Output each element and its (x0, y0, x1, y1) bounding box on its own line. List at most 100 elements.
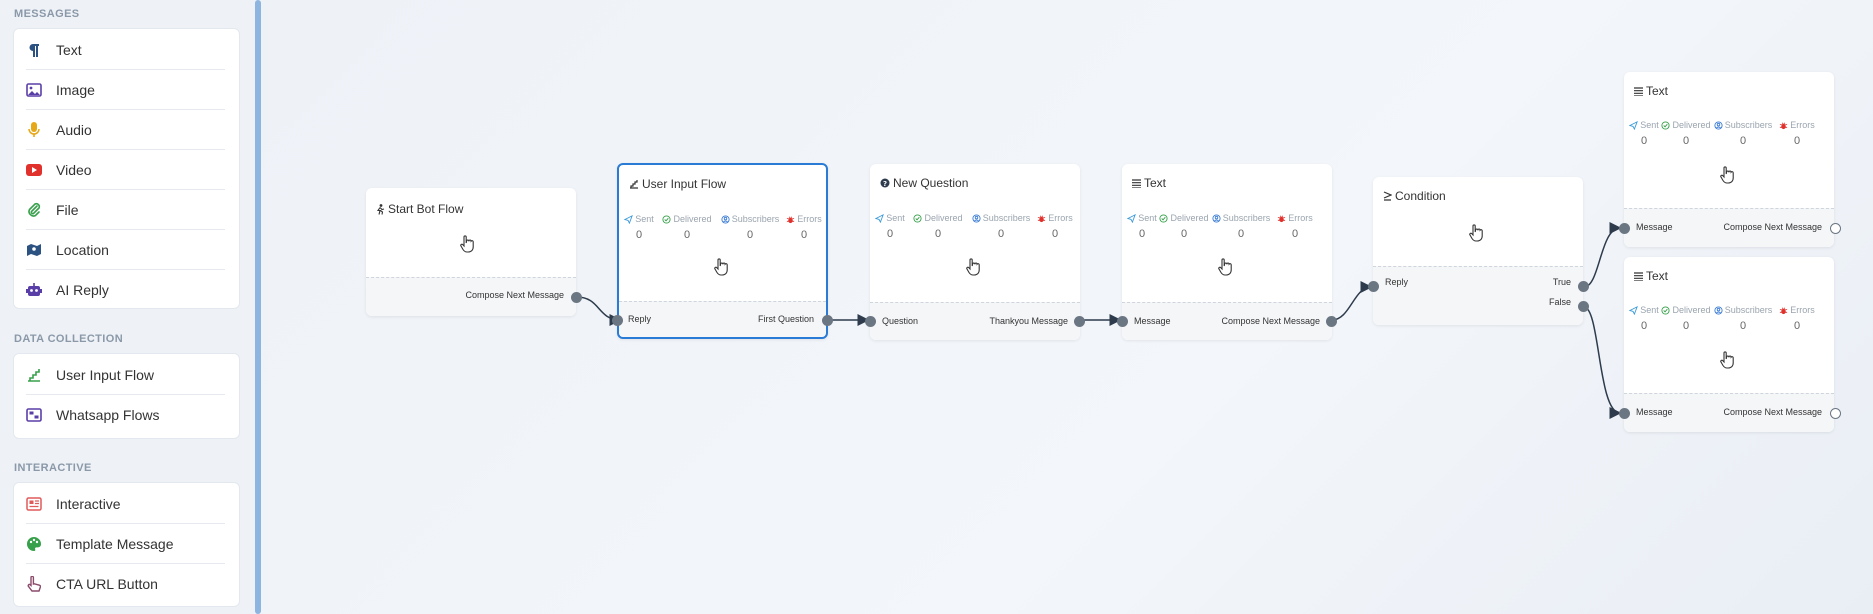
sidebar-item-ai-reply[interactable]: AI Reply (26, 270, 225, 309)
input-port[interactable] (1117, 316, 1128, 327)
flow-icon (26, 407, 42, 423)
node-footer: Message Compose Next Message (1624, 393, 1834, 432)
output-label: First Question (757, 314, 814, 324)
sidebar-item-template-message[interactable]: Template Message (26, 524, 225, 564)
output-port[interactable] (571, 292, 582, 303)
sidebar-item-label: Video (56, 161, 92, 178)
drag-hand-icon[interactable] (1218, 258, 1232, 281)
node-title: User Input Flow (629, 177, 726, 191)
node-user-input-flow[interactable]: User Input Flow Sent 0 Delivered 0 Subsc… (612, 163, 833, 339)
sidebar-item-user-input-flow[interactable]: User Input Flow (26, 355, 225, 395)
node-start-bot-flow[interactable]: Start Bot Flow Compose Next Message (366, 188, 582, 316)
input-port[interactable] (612, 315, 623, 326)
output-port[interactable] (1830, 408, 1841, 419)
drag-hand-icon[interactable] (1469, 224, 1483, 247)
drag-hand-icon[interactable] (1720, 166, 1734, 189)
node-title: Text (1132, 176, 1166, 190)
sidebar-item-interactive[interactable]: Interactive (26, 484, 225, 524)
bug-icon (1278, 215, 1286, 222)
sidebar-item-label: User Input Flow (56, 366, 155, 383)
stat-errors: Errors 0 (1774, 120, 1820, 147)
messages-group: Text Image Audio Video File Location AI … (13, 28, 240, 309)
sidebar-item-label: AI Reply (56, 281, 109, 298)
drag-hand-icon[interactable] (1720, 351, 1734, 374)
node-text[interactable]: Text Sent 0 Delivered 0 Subscribers 0 Er… (1117, 164, 1337, 340)
bug-icon (1780, 307, 1788, 314)
sidebar-item-audio[interactable]: Audio (26, 110, 225, 150)
stat-delivered: Delivered 0 (906, 213, 970, 240)
check-circle-icon (662, 214, 672, 224)
stat-errors: Errors 0 (1032, 213, 1078, 240)
drag-hand-icon[interactable] (966, 258, 980, 281)
palette-icon (26, 536, 42, 552)
user-circle-icon (1714, 305, 1723, 315)
node-new-question[interactable]: ? New Question Sent 0 Delivered 0 Subscr… (865, 164, 1085, 340)
stat-subscribers: Subscribers 0 (719, 214, 781, 241)
paperclip-icon (26, 202, 42, 218)
node-stats: Sent 0 Delivered 0 Subscribers 0 Errors … (874, 213, 1078, 240)
input-port[interactable] (1619, 408, 1630, 419)
stat-delivered: Delivered 0 (655, 214, 719, 241)
output-port[interactable] (1830, 223, 1841, 234)
node-text-true-branch[interactable]: Text Sent 0 Delivered 0 Subscribers 0 Er… (1619, 72, 1841, 247)
user-circle-icon (1212, 213, 1221, 223)
input-port[interactable] (1619, 223, 1630, 234)
sidebar-item-file[interactable]: File (26, 190, 225, 230)
user-circle-icon (721, 214, 730, 224)
drag-hand-icon[interactable] (714, 258, 728, 281)
node-footer: Reply True False (1373, 266, 1583, 325)
sidebar-item-location[interactable]: Location (26, 230, 225, 270)
send-icon (1629, 120, 1639, 130)
stat-errors: Errors 0 (1272, 213, 1318, 240)
sidebar: MESSAGES Text Image Audio Video File Loc… (0, 0, 261, 614)
output-port[interactable] (1074, 316, 1085, 327)
output-label: Compose Next Message (465, 290, 564, 300)
node-text-false-branch[interactable]: Text Sent 0 Delivered 0 Subscribers 0 Er… (1619, 257, 1841, 432)
send-icon (875, 213, 885, 223)
node-stats: Sent 0 Delivered 0 Subscribers 0 Errors … (1126, 213, 1318, 240)
output-port[interactable] (1326, 316, 1337, 327)
section-title-data-collection: DATA COLLECTION (14, 333, 124, 345)
stat-subscribers: Subscribers 0 (1712, 305, 1774, 332)
newspaper-icon (26, 496, 42, 512)
send-icon (1127, 213, 1137, 223)
node-condition[interactable]: Condition Reply True False (1368, 177, 1589, 325)
drag-hand-icon[interactable] (460, 235, 474, 258)
sidebar-item-label: Text (56, 41, 82, 58)
robot-icon (26, 282, 42, 298)
output-port[interactable] (822, 315, 833, 326)
stat-subscribers: Subscribers 0 (970, 213, 1032, 240)
node-title: Text (1634, 269, 1668, 283)
paragraph-icon (26, 42, 42, 58)
sidebar-item-video[interactable]: Video (26, 150, 225, 190)
check-circle-icon (1661, 120, 1671, 130)
sidebar-item-cta-url-button[interactable]: CTA URL Button (26, 564, 225, 603)
svg-text:?: ? (883, 180, 887, 188)
sidebar-item-text[interactable]: Text (26, 30, 225, 70)
sidebar-item-label: Image (56, 81, 95, 98)
node-stats: Sent 0 Delivered 0 Subscribers 0 Errors … (1628, 305, 1820, 332)
stat-delivered: Delivered 0 (1660, 120, 1712, 147)
check-circle-icon (913, 213, 923, 223)
align-icon (1634, 271, 1643, 281)
section-title-messages: MESSAGES (14, 8, 80, 20)
output-false-port[interactable] (1578, 301, 1589, 312)
bug-icon (787, 216, 795, 223)
output-label: Compose Next Message (1723, 222, 1822, 232)
user-circle-icon (972, 213, 981, 223)
input-port[interactable] (1368, 281, 1379, 292)
sidebar-item-label: Location (56, 241, 109, 258)
sidebar-item-label: Whatsapp Flows (56, 406, 160, 423)
input-label: Reply (628, 314, 652, 324)
stat-sent: Sent 0 (874, 213, 906, 240)
runner-icon (376, 203, 385, 215)
question-circle-icon: ? (880, 178, 890, 188)
sidebar-item-whatsapp-flows[interactable]: Whatsapp Flows (26, 395, 225, 434)
pointer-hand-icon (26, 575, 42, 592)
sidebar-item-image[interactable]: Image (26, 70, 225, 110)
input-port[interactable] (865, 316, 876, 327)
output-true-port[interactable] (1578, 281, 1589, 292)
youtube-icon (26, 162, 42, 178)
bug-icon (1038, 215, 1046, 222)
node-title: ? New Question (880, 176, 968, 190)
